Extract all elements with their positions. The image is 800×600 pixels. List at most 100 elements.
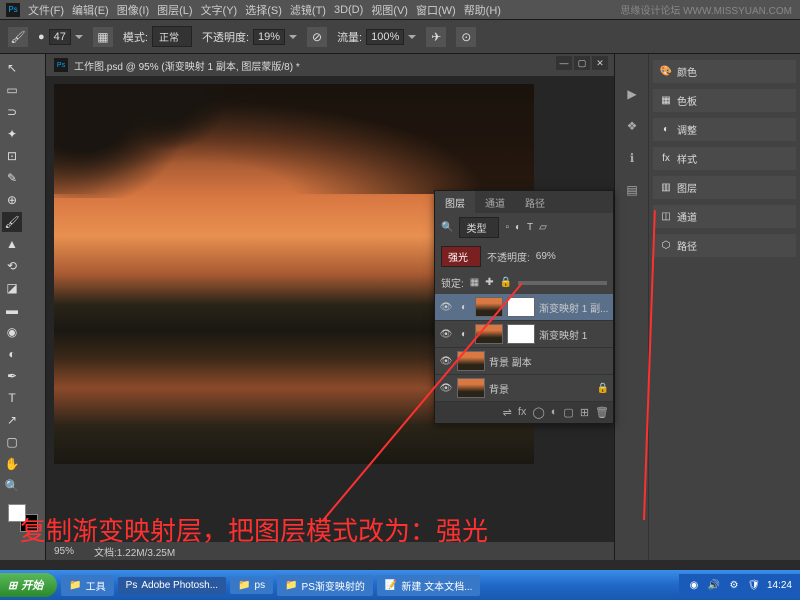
- crop-tool[interactable]: ⊡: [2, 146, 22, 166]
- lasso-tool[interactable]: ⊃: [2, 102, 22, 122]
- panel-channels[interactable]: ◫通道: [653, 205, 796, 228]
- layer-row[interactable]: 👁◐渐变映射 1 副...: [435, 294, 613, 321]
- mask-thumb[interactable]: [507, 324, 535, 344]
- layer-thumb[interactable]: [475, 297, 503, 317]
- layer-opacity-value[interactable]: 69%: [536, 251, 556, 262]
- document-tab[interactable]: Ps 工作图.psd @ 95% (渐变映射 1 副本, 图层蒙版/8) * —…: [46, 54, 614, 76]
- mask-thumb[interactable]: [507, 297, 535, 317]
- visibility-icon[interactable]: 👁: [439, 381, 453, 395]
- menu-help[interactable]: 帮助(H): [464, 2, 501, 18]
- task-item[interactable]: 📁ps: [230, 577, 273, 594]
- tray-icon[interactable]: 🛡: [747, 578, 761, 592]
- tab-channels[interactable]: 通道: [475, 191, 515, 213]
- opacity-value[interactable]: 19%: [253, 29, 285, 45]
- new-layer-icon[interactable]: ⊞: [580, 406, 589, 419]
- tray-icon[interactable]: 🔊: [707, 578, 721, 592]
- mask-icon[interactable]: ◯: [532, 406, 544, 419]
- panel-styles[interactable]: fx样式: [653, 147, 796, 170]
- layer-row[interactable]: 👁◐渐变映射 1: [435, 321, 613, 348]
- hand-tool[interactable]: ✋: [2, 454, 22, 474]
- brush-size[interactable]: ●47: [38, 29, 83, 45]
- play-icon[interactable]: ▶: [619, 84, 645, 104]
- type-tool[interactable]: T: [2, 388, 22, 408]
- tray-icon[interactable]: ⚙: [727, 578, 741, 592]
- layer-row[interactable]: 👁背景🔒: [435, 375, 613, 402]
- nav-icon[interactable]: ❖: [619, 116, 645, 136]
- menu-type[interactable]: 文字(Y): [201, 2, 238, 18]
- heal-tool[interactable]: ⊕: [2, 190, 22, 210]
- panel-swatches[interactable]: ▦色板: [653, 89, 796, 112]
- menu-layer[interactable]: 图层(L): [157, 2, 192, 18]
- pressure-size-icon[interactable]: ⊙: [456, 27, 476, 47]
- brush-panel-icon[interactable]: ▦: [93, 27, 113, 47]
- tab-paths[interactable]: 路径: [515, 191, 555, 213]
- zoom-tool[interactable]: 🔍: [2, 476, 22, 496]
- task-item[interactable]: PsAdobe Photosh...: [118, 577, 226, 594]
- kind-select[interactable]: 类型: [459, 217, 499, 238]
- lock-pixels-icon[interactable]: ▦: [470, 277, 479, 288]
- menu-window[interactable]: 窗口(W): [416, 2, 456, 18]
- filter-adj-icon[interactable]: ◐: [515, 222, 521, 233]
- layer-name[interactable]: 渐变映射 1: [539, 327, 587, 342]
- lock-position-icon[interactable]: ✚: [485, 277, 493, 288]
- close-icon[interactable]: ✕: [592, 56, 608, 70]
- maximize-icon[interactable]: ▢: [574, 56, 590, 70]
- lock-all-icon[interactable]: 🔒: [500, 277, 512, 288]
- tab-layers[interactable]: 图层: [435, 191, 475, 213]
- menu-edit[interactable]: 编辑(E): [72, 2, 109, 18]
- start-button[interactable]: ⊞开始: [0, 573, 57, 597]
- brush-tool-icon[interactable]: 🖌: [8, 27, 28, 47]
- layer-name[interactable]: 渐变映射 1 副...: [539, 300, 608, 315]
- airbrush-icon[interactable]: ✈: [426, 27, 446, 47]
- link-icon[interactable]: ⇌: [503, 406, 512, 419]
- brush-tool[interactable]: 🖌: [2, 212, 22, 232]
- layer-name[interactable]: 背景: [489, 381, 509, 396]
- panel-adjustments[interactable]: ◐调整: [653, 118, 796, 141]
- blur-tool[interactable]: ◉: [2, 322, 22, 342]
- clock[interactable]: 14:24: [767, 580, 792, 591]
- filter-type-icon[interactable]: T: [527, 222, 533, 233]
- visibility-icon[interactable]: 👁: [439, 300, 453, 314]
- task-item[interactable]: 📁PS渐变映射的: [277, 575, 373, 596]
- eraser-tool[interactable]: ◪: [2, 278, 22, 298]
- layer-thumb[interactable]: [457, 378, 485, 398]
- menu-image[interactable]: 图像(I): [117, 2, 149, 18]
- stamp-tool[interactable]: ▲: [2, 234, 22, 254]
- fx-icon[interactable]: fx: [518, 406, 527, 419]
- kind-filter-icon[interactable]: 🔍: [441, 222, 453, 233]
- tray-icon[interactable]: ◉: [687, 578, 701, 592]
- filter-img-icon[interactable]: ▫: [505, 222, 509, 233]
- group-icon[interactable]: ▢: [563, 406, 573, 419]
- info-icon[interactable]: ℹ: [619, 148, 645, 168]
- pressure-opacity-icon[interactable]: ⊘: [307, 27, 327, 47]
- wand-tool[interactable]: ✦: [2, 124, 22, 144]
- menu-file[interactable]: 文件(F): [28, 2, 64, 18]
- filter-shape-icon[interactable]: ▱: [539, 222, 547, 233]
- panel-paths[interactable]: ⬡路径: [653, 234, 796, 257]
- layer-name[interactable]: 背景 副本: [489, 354, 532, 369]
- blend-mode-select[interactable]: 正常: [152, 26, 192, 47]
- menu-3d[interactable]: 3D(D): [334, 4, 363, 16]
- pen-tool[interactable]: ✒: [2, 366, 22, 386]
- gradient-tool[interactable]: ▬: [2, 300, 22, 320]
- minimize-icon[interactable]: —: [556, 56, 572, 70]
- flow-value[interactable]: 100%: [366, 29, 404, 45]
- path-tool[interactable]: ↗: [2, 410, 22, 430]
- history-icon[interactable]: ▤: [619, 180, 645, 200]
- layer-blend-select[interactable]: 强光: [441, 246, 481, 267]
- move-tool[interactable]: ↖: [2, 58, 22, 78]
- menu-select[interactable]: 选择(S): [245, 2, 282, 18]
- dodge-tool[interactable]: ◐: [2, 344, 22, 364]
- visibility-icon[interactable]: 👁: [439, 327, 453, 341]
- task-item[interactable]: 📁工具: [61, 575, 113, 596]
- panel-color[interactable]: 🎨颜色: [653, 60, 796, 83]
- task-item[interactable]: 📝新建 文本文档...: [377, 575, 481, 596]
- adjustment-icon[interactable]: ◐: [551, 406, 558, 419]
- panel-layers[interactable]: ▥图层: [653, 176, 796, 199]
- history-brush-tool[interactable]: ⟲: [2, 256, 22, 276]
- shape-tool[interactable]: ▢: [2, 432, 22, 452]
- marquee-tool[interactable]: ▭: [2, 80, 22, 100]
- menu-filter[interactable]: 滤镜(T): [290, 2, 326, 18]
- menu-view[interactable]: 视图(V): [371, 2, 408, 18]
- system-tray[interactable]: ◉ 🔊 ⚙ 🛡 14:24: [679, 574, 800, 596]
